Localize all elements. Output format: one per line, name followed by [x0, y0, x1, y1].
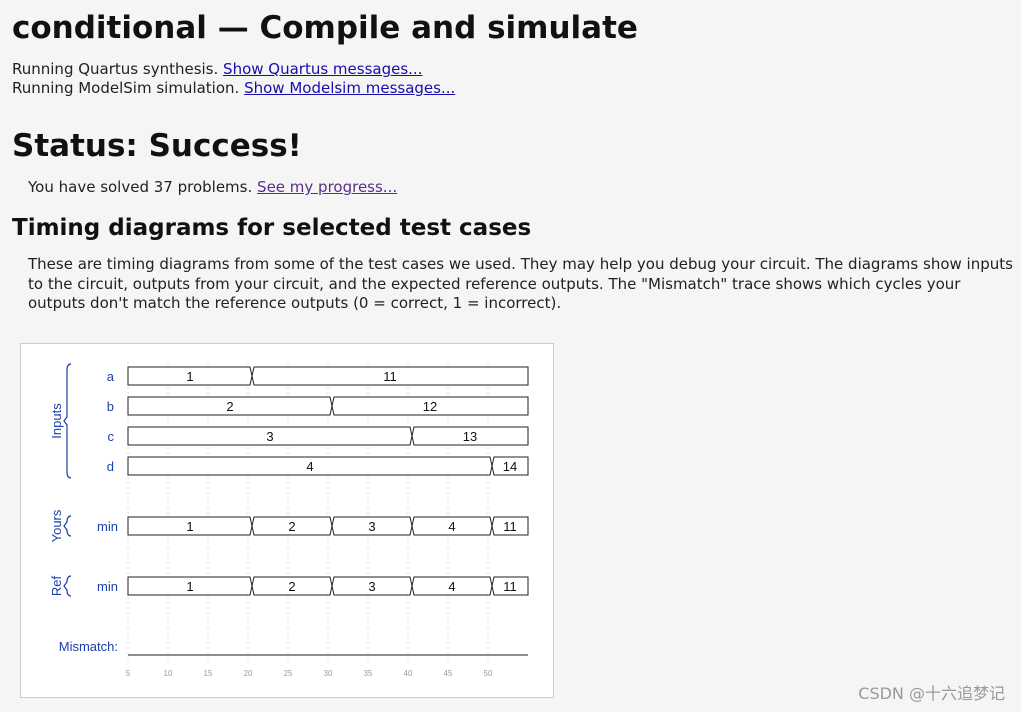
segment-value: 3: [368, 579, 375, 594]
page-content: conditional — Compile and simulate Runni…: [12, 8, 1013, 314]
watermark: CSDN @十六追梦记: [858, 684, 1005, 703]
segment-value: 3: [266, 429, 273, 444]
segment-value: 11: [503, 519, 517, 534]
group-label-ref: Ref: [49, 575, 64, 596]
status-heading: Status: Success!: [12, 128, 302, 164]
time-tick-label: 50: [484, 669, 493, 678]
show-quartus-messages-link[interactable]: Show Quartus messages...: [223, 60, 422, 78]
progress-text: You have solved 37 problems.: [28, 178, 253, 196]
time-tick-label: 10: [164, 669, 173, 678]
segment-value: 2: [226, 399, 233, 414]
group-bracket-inputs: [63, 363, 72, 479]
segment-value: 3: [368, 519, 375, 534]
signal-label-min: min: [97, 519, 118, 534]
time-tick-label: 15: [204, 669, 213, 678]
group-label-yours: Yours: [49, 509, 64, 542]
time-tick-label: 25: [284, 669, 293, 678]
time-tick-label: 30: [324, 669, 333, 678]
see-progress-link[interactable]: See my progress...: [257, 178, 397, 196]
page-title: conditional — Compile and simulate: [12, 10, 638, 46]
time-tick-label: 20: [244, 669, 253, 678]
segment-value: 4: [306, 459, 313, 474]
segment-value: 12: [423, 399, 437, 414]
group-bracket-yours: [63, 515, 72, 537]
segment-value: 11: [383, 369, 397, 384]
show-modelsim-messages-link[interactable]: Show Modelsim messages...: [244, 79, 455, 97]
timing-diagram-svg: a 1 11b 2 12c 3 13d 4 14min 1 2 3 4 11min 1 2 3 4 11Inputs…: [49, 362, 529, 678]
signal-label-min: min: [97, 579, 118, 594]
quartus-message-text: Running Quartus synthesis.: [12, 60, 219, 78]
segment-value: 4: [448, 579, 455, 594]
signal-label-d: d: [107, 459, 114, 474]
modelsim-message-text: Running ModelSim simulation.: [12, 79, 240, 97]
signal-label-a: a: [107, 369, 115, 384]
time-tick-label: 45: [444, 669, 453, 678]
time-tick-label: 35: [364, 669, 373, 678]
timing-description: These are timing diagrams from some of t…: [28, 255, 1013, 312]
segment-value: 1: [186, 579, 193, 594]
mismatch-label: Mismatch:: [59, 639, 118, 654]
modelsim-message-line: Running ModelSim simulation. Show Models…: [12, 79, 1012, 98]
segment-value: 4: [448, 519, 455, 534]
segment-value: 14: [503, 459, 517, 474]
quartus-message-line: Running Quartus synthesis. Show Quartus …: [12, 60, 1012, 79]
segment-value: 2: [288, 519, 295, 534]
segment-value: 1: [186, 369, 193, 384]
signal-label-c: c: [108, 429, 115, 444]
group-label-inputs: Inputs: [49, 403, 64, 439]
time-tick-label: 40: [404, 669, 413, 678]
group-bracket-ref: [63, 575, 72, 597]
timing-diagram: a 1 11 b 2 12 c 3 13 d 4 14 min 1 2 3 4 11 min 1 2 3 4 11 Inputs…: [20, 343, 554, 698]
segment-value: 2: [288, 579, 295, 594]
segment-value: 1: [186, 519, 193, 534]
signal-label-b: b: [107, 399, 114, 414]
time-tick-label: 5: [126, 669, 131, 678]
segment-value: 11: [503, 579, 517, 594]
progress-line: You have solved 37 problems. See my prog…: [28, 178, 1012, 197]
timing-heading: Timing diagrams for selected test cases: [12, 215, 532, 241]
segment-value: 13: [463, 429, 477, 444]
run-messages: Running Quartus synthesis. Show Quartus …: [12, 60, 1012, 98]
